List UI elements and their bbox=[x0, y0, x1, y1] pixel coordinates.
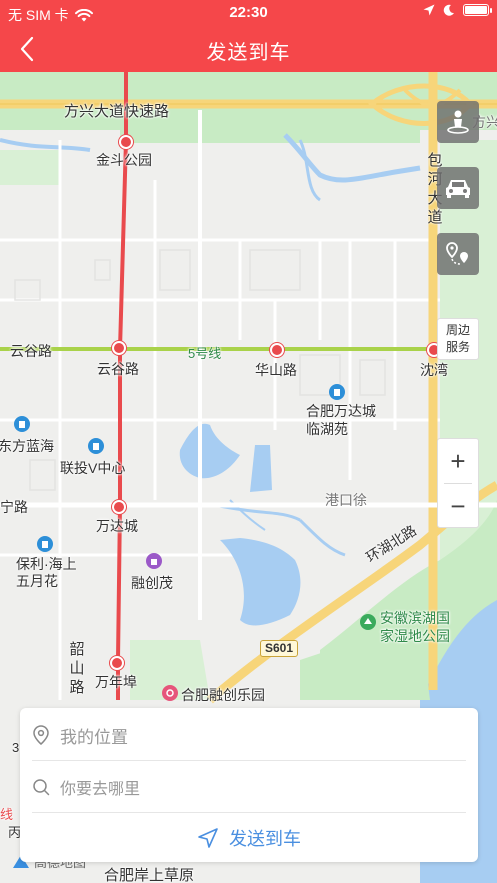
location-pin-icon bbox=[33, 725, 49, 745]
place-label-gangkouxu: 港口徐 bbox=[325, 492, 367, 508]
app-header: 无 SIM 卡 22:30 发送到车 bbox=[0, 0, 497, 72]
status-right bbox=[423, 4, 492, 16]
building-icon bbox=[88, 438, 104, 454]
search-icon bbox=[33, 779, 50, 796]
send-to-car-label: 发送到车 bbox=[229, 829, 301, 849]
amusement-park-icon bbox=[162, 685, 178, 701]
metro-station-icon bbox=[112, 500, 126, 514]
zoom-out-button[interactable]: − bbox=[438, 484, 478, 528]
place-label-yungu-station: 云谷路 bbox=[97, 361, 139, 377]
building-icon bbox=[37, 536, 53, 552]
building-icon bbox=[14, 416, 30, 432]
road-label-edge-3: 3 bbox=[12, 740, 20, 755]
page-title: 发送到车 bbox=[206, 42, 291, 64]
place-label-wannianbu: 万年埠 bbox=[95, 674, 137, 690]
place-label-wandacheng: 万达城 bbox=[96, 518, 138, 534]
my-location-placeholder: 我的位置 bbox=[60, 727, 128, 747]
moon-icon bbox=[443, 4, 454, 16]
place-label-dongfang: 东方蓝海 bbox=[0, 438, 54, 454]
metro-transfer-icon bbox=[112, 341, 126, 355]
metro-station-icon bbox=[119, 135, 133, 149]
metro-station-icon bbox=[270, 343, 284, 357]
place-label-rongchuang-park: 合肥融创乐园 bbox=[181, 687, 265, 703]
road-label-yungu: 云谷路 bbox=[10, 343, 52, 359]
destination-field[interactable]: 你要去哪里 bbox=[32, 762, 466, 812]
car-button[interactable] bbox=[437, 167, 479, 209]
park-tree-icon bbox=[360, 614, 376, 630]
road-label-edge-line: 线 bbox=[0, 807, 14, 822]
road-label-line5: 5号线 bbox=[188, 346, 222, 361]
building-icon bbox=[329, 384, 345, 400]
my-location-field[interactable]: 我的位置 bbox=[32, 710, 466, 760]
route-pin-icon bbox=[446, 242, 468, 265]
send-arrow-icon bbox=[198, 828, 218, 848]
highway-shield-s601: S601 bbox=[260, 640, 299, 657]
destination-placeholder: 你要去哪里 bbox=[60, 781, 141, 798]
place-label-rongchuangmao: 融创茂 bbox=[131, 575, 173, 591]
place-label-shenwan: 沈湾 bbox=[420, 362, 448, 378]
shopping-bag-icon bbox=[146, 553, 162, 569]
route-button[interactable] bbox=[437, 233, 479, 275]
road-label-ning: 宁路 bbox=[0, 499, 28, 515]
place-label-wanda-linhu: 合肥万达城临湖苑 bbox=[306, 403, 376, 437]
send-panel: 我的位置 你要去哪里 发送到车 bbox=[20, 708, 478, 862]
status-bar: 无 SIM 卡 22:30 bbox=[0, 0, 497, 26]
metro-station-icon bbox=[110, 656, 124, 670]
nearby-services-button[interactable]: 周边服务 bbox=[437, 318, 479, 360]
car-icon bbox=[446, 180, 470, 198]
road-label-fangxing: 方兴大道快速路 bbox=[64, 103, 170, 120]
place-label-baoli: 保利·海上五月花 bbox=[16, 556, 77, 589]
place-label-jindou: 金斗公园 bbox=[96, 152, 152, 168]
send-to-car-button[interactable]: 发送到车 bbox=[20, 814, 478, 862]
nav-bar: 发送到车 bbox=[0, 26, 497, 72]
place-label-anshang: 合肥岸上草原 bbox=[104, 867, 195, 883]
road-label-shaoshan: 韶山路 bbox=[69, 641, 85, 696]
field-divider bbox=[32, 760, 466, 761]
location-arrow-icon bbox=[423, 4, 435, 16]
place-label-liantou: 联投V中心 bbox=[60, 460, 126, 476]
place-label-huashan: 华山路 bbox=[255, 362, 297, 378]
field-divider bbox=[32, 812, 466, 813]
zoom-in-button[interactable]: + bbox=[438, 439, 478, 483]
place-label-anhui-wetland: 安徽滨湖国家湿地公园 bbox=[380, 610, 450, 644]
person-location-icon bbox=[447, 110, 469, 134]
person-location-button[interactable] bbox=[437, 101, 479, 143]
battery-icon bbox=[463, 4, 492, 16]
zoom-control: + − bbox=[437, 438, 479, 528]
